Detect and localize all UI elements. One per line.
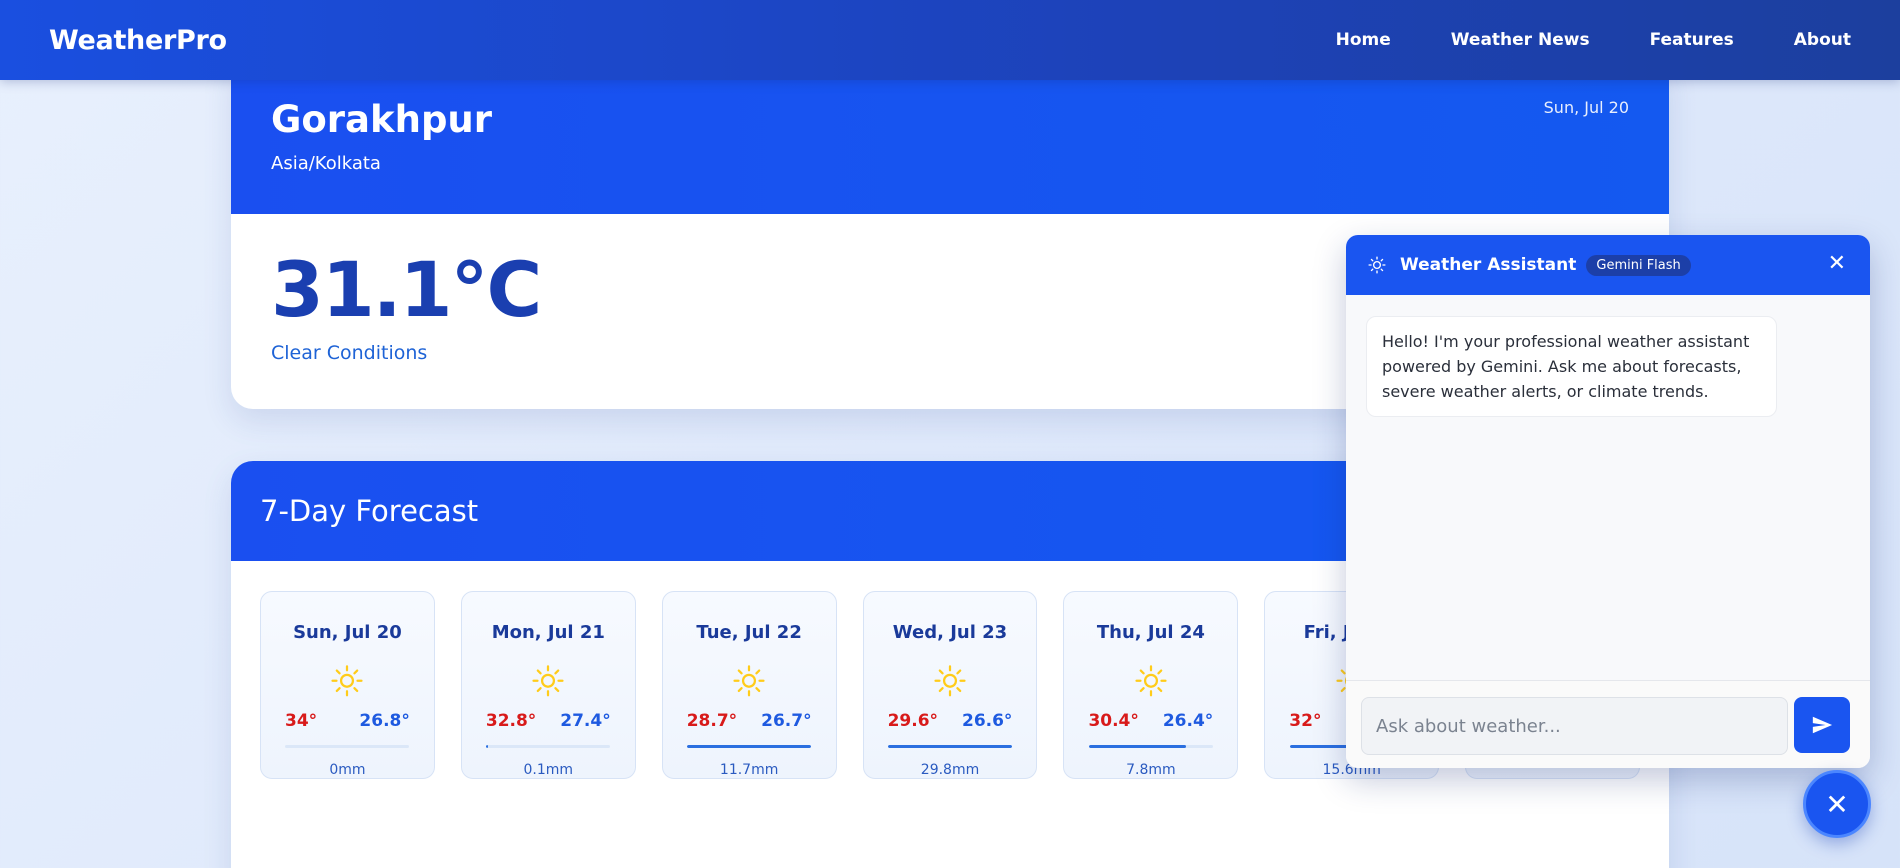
forecast-temps: 32.8° 27.4° — [462, 711, 635, 731]
precip-bar-fill — [1088, 744, 1186, 748]
forecast-low: 26.8° — [359, 710, 410, 731]
chat-toggle-close-button[interactable]: ✕ — [1803, 770, 1871, 838]
forecast-day-card[interactable]: Wed, Jul 23 29.6° 26.6° 29.8mm — [862, 591, 1038, 779]
precip-bar-fill — [687, 744, 812, 748]
chat-header: Weather Assistant Gemini Flash ✕ — [1346, 235, 1870, 295]
nav-link-home[interactable]: Home — [1336, 30, 1391, 50]
precip-bar — [687, 744, 812, 748]
nav-link-about[interactable]: About — [1794, 30, 1851, 50]
forecast-temps: 28.7° 26.7° — [663, 711, 836, 731]
forecast-temps: 29.6° 26.6° — [864, 711, 1037, 731]
sun-icon — [1135, 665, 1167, 697]
forecast-temps: 34° 26.8° — [261, 711, 434, 731]
precip-bar-fill — [486, 744, 488, 748]
forecast-high: 34° — [285, 710, 318, 731]
navbar: WeatherPro Home Weather News Features Ab… — [0, 0, 1900, 80]
precip-bar — [1088, 744, 1213, 748]
forecast-precip: 29.8mm — [920, 762, 980, 778]
forecast-day-label: Tue, Jul 22 — [696, 622, 802, 643]
send-button[interactable] — [1794, 697, 1850, 753]
send-icon — [1812, 716, 1833, 734]
forecast-high: 28.7° — [686, 710, 738, 731]
timezone: Asia/Kolkata — [271, 153, 381, 174]
forecast-high: 32° — [1289, 710, 1322, 731]
nav-links: Home Weather News Features About — [1336, 30, 1851, 50]
assistant-message: Hello! I'm your professional weather ass… — [1366, 316, 1777, 417]
forecast-day-label: Thu, Jul 24 — [1096, 622, 1205, 643]
forecast-precip: 0mm — [329, 762, 366, 778]
sun-icon — [331, 665, 364, 697]
model-badge: Gemini Flash — [1586, 254, 1691, 276]
chat-panel: Weather Assistant Gemini Flash ✕ Hello! … — [1346, 235, 1870, 768]
precip-bar — [888, 744, 1012, 748]
close-icon[interactable]: ✕ — [1828, 251, 1846, 276]
precip-bar — [486, 744, 611, 748]
forecast-day-card[interactable]: Tue, Jul 22 28.7° 26.7° 11.7mm — [661, 591, 837, 779]
forecast-high: 32.8° — [485, 710, 537, 731]
chat-input[interactable] — [1361, 697, 1788, 755]
current-date: Sun, Jul 20 — [1543, 98, 1629, 117]
forecast-day-label: Wed, Jul 23 — [892, 622, 1008, 643]
current-weather-header: Gorakhpur Asia/Kolkata Sun, Jul 20 — [231, 60, 1669, 214]
sun-icon — [532, 665, 564, 697]
forecast-day-card[interactable]: Sun, Jul 20 34° 26.8° 0mm — [260, 591, 435, 779]
precip-bar — [285, 744, 410, 748]
forecast-day-card[interactable]: Mon, Jul 21 32.8° 27.4° 0.1mm — [460, 591, 636, 779]
forecast-high: 29.6° — [887, 710, 939, 731]
forecast-day-label: Mon, Jul 21 — [491, 622, 605, 643]
brand-logo[interactable]: WeatherPro — [49, 25, 227, 56]
forecast-precip: 0.1mm — [523, 762, 574, 778]
nav-link-features[interactable]: Features — [1650, 30, 1734, 50]
forecast-temps: 30.4° 26.4° — [1064, 711, 1237, 731]
chat-title: Weather Assistant — [1400, 255, 1577, 275]
sun-icon — [934, 665, 966, 697]
sun-icon — [733, 665, 765, 697]
forecast-precip: 11.7mm — [719, 762, 779, 778]
chat-footer — [1346, 680, 1870, 768]
forecast-low: 27.4° — [560, 710, 611, 731]
nav-link-weather-news[interactable]: Weather News — [1451, 30, 1590, 50]
forecast-low: 26.6° — [961, 710, 1013, 731]
forecast-high: 30.4° — [1088, 710, 1139, 731]
forecast-precip: 7.8mm — [1126, 762, 1176, 778]
forecast-day-label: Sun, Jul 20 — [293, 622, 402, 643]
city-name: Gorakhpur — [271, 98, 493, 141]
sun-icon — [1368, 256, 1386, 274]
precip-bar-fill — [888, 744, 1012, 748]
forecast-low: 26.4° — [1162, 710, 1214, 731]
forecast-low: 26.7° — [761, 710, 812, 731]
forecast-day-card[interactable]: Thu, Jul 24 30.4° 26.4° 7.8mm — [1063, 591, 1239, 779]
